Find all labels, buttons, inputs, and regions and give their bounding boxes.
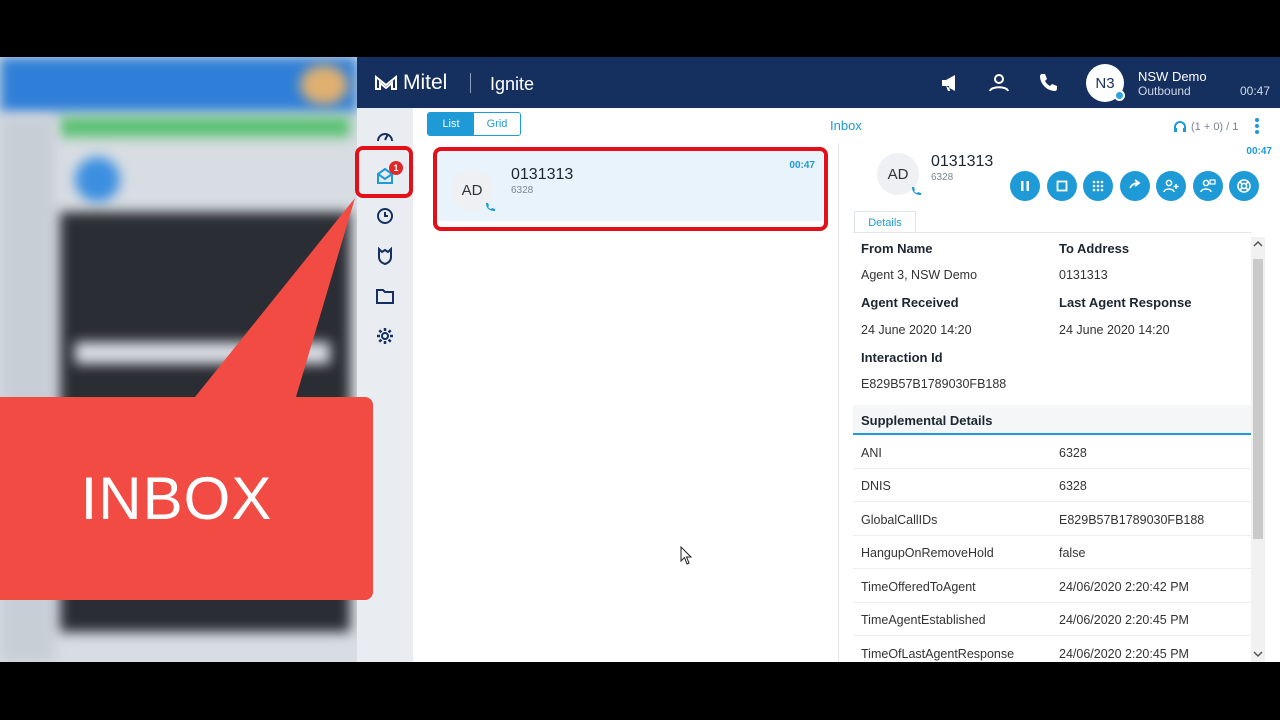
- user-avatar[interactable]: N3: [1086, 64, 1125, 102]
- add-participant-button[interactable]: [1156, 171, 1186, 201]
- detail-subtitle: 6328: [931, 172, 954, 183]
- stop-button[interactable]: [1047, 171, 1077, 201]
- transfer-button[interactable]: [1120, 171, 1150, 201]
- detail-avatar: AD: [877, 153, 921, 195]
- supp-key: TimeAgentEstablished: [861, 613, 986, 627]
- hold-button[interactable]: [1010, 171, 1040, 201]
- row-divider: [853, 635, 1251, 636]
- detail-initials: AD: [887, 165, 909, 183]
- inbox-highlight: [355, 146, 413, 198]
- folder-icon[interactable]: [373, 284, 397, 308]
- supp-key: ANI: [861, 446, 882, 460]
- help-button[interactable]: [1229, 171, 1259, 201]
- inbox-title: Inbox: [830, 118, 862, 133]
- detail-timer: 00:47: [1246, 146, 1272, 157]
- consult-user-icon: [1200, 179, 1216, 193]
- supp-value: 24/06/2020 2:20:45 PM: [1059, 613, 1189, 627]
- tab-divider: [853, 232, 1251, 233]
- grid-view-button[interactable]: Grid: [474, 113, 520, 135]
- arrow-right-icon: [1129, 179, 1141, 189]
- dashboard-icon[interactable]: [373, 124, 397, 148]
- dialpad-button[interactable]: [1083, 171, 1113, 201]
- callout-label: INBOX: [0, 397, 373, 600]
- supp-value: 24/06/2020 2:20:42 PM: [1059, 580, 1189, 594]
- from-name-value: Agent 3, NSW Demo: [861, 268, 978, 282]
- lifebuoy-icon: [1237, 179, 1251, 193]
- supp-value: 24/06/2020 2:20:45 PM: [1059, 647, 1189, 661]
- scroll-up-arrow-icon[interactable]: [1253, 240, 1263, 248]
- supp-key: TimeOfferedToAgent: [861, 580, 976, 594]
- agent-received-value: 24 June 2020 14:20: [861, 323, 972, 337]
- row-divider: [853, 501, 1251, 502]
- interaction-detail: AD 0131313 6328 00:47 Details From Name …: [838, 143, 1280, 662]
- mouse-cursor-icon: [680, 546, 693, 565]
- supp-value: 6328: [1059, 446, 1087, 460]
- agent-received-label: Agent Received: [861, 295, 959, 310]
- pause-icon: [1021, 181, 1029, 191]
- supplemental-header: Supplemental Details: [853, 405, 1251, 435]
- session-timer: 00:47: [1240, 84, 1271, 98]
- scrollbar-thumb[interactable]: [1253, 259, 1263, 539]
- contacts-icon[interactable]: [987, 71, 1011, 95]
- row-divider: [853, 468, 1251, 469]
- app-name: Ignite: [490, 74, 535, 94]
- last-response-label: Last Agent Response: [1059, 295, 1192, 310]
- from-name-label: From Name: [861, 241, 933, 256]
- user-name: NSW Demo: [1138, 69, 1207, 84]
- brand-logo: Mitel: [375, 71, 447, 95]
- last-response-value: 24 June 2020 14:20: [1059, 323, 1170, 337]
- to-address-label: To Address: [1059, 241, 1130, 256]
- user-initials: N3: [1095, 74, 1115, 92]
- supp-value: false: [1059, 546, 1086, 560]
- supp-key: TimeOfLastAgentResponse: [861, 647, 1015, 661]
- add-user-icon: [1163, 179, 1179, 193]
- supp-key: GlobalCallIDs: [861, 513, 938, 527]
- row-divider: [853, 535, 1251, 536]
- phone-icon[interactable]: [1036, 71, 1060, 95]
- row-divider: [853, 602, 1251, 603]
- more-options-icon[interactable]: [1253, 117, 1261, 135]
- mitel-logo-icon: [375, 75, 397, 90]
- list-view-button[interactable]: List: [428, 113, 474, 135]
- supp-value: 6328: [1059, 479, 1087, 493]
- tab-details[interactable]: Details: [854, 211, 916, 233]
- scroll-down-arrow-icon[interactable]: [1253, 650, 1263, 658]
- to-address-value: 0131313: [1059, 268, 1108, 282]
- interaction-id-value: E829B57B1789030FB188: [861, 377, 1007, 391]
- settings-gear-icon[interactable]: [373, 324, 397, 348]
- brand-name: Mitel: [403, 71, 448, 94]
- presence-indicator: [1114, 90, 1125, 101]
- user-status: Outbound: [1138, 84, 1191, 98]
- call-indicator-icon: [912, 187, 921, 195]
- row-divider: [853, 568, 1251, 569]
- queue-counter: (1 + 0) / 1: [1172, 119, 1238, 135]
- shield-icon[interactable]: [373, 244, 397, 268]
- queue-counter-text: (1 + 0) / 1: [1191, 121, 1239, 133]
- view-toggle: List Grid: [427, 112, 521, 136]
- interaction-id-label: Interaction Id: [861, 350, 943, 365]
- headset-icon: [1174, 121, 1186, 132]
- top-bar: Mitel Ignite N3 NSW Demo Outbound 00:47: [357, 57, 1280, 108]
- supp-key: DNIS: [861, 479, 891, 493]
- dialpad-icon: [1092, 180, 1104, 192]
- stop-icon: [1056, 180, 1068, 192]
- megaphone-icon[interactable]: [939, 71, 963, 95]
- history-icon[interactable]: [373, 204, 397, 228]
- supp-key: HangupOnRemoveHold: [861, 546, 994, 560]
- supp-value: E829B57B1789030FB188: [1059, 513, 1205, 527]
- list-item-highlight: [433, 147, 828, 231]
- video-frame: Mitel Ignite N3 NSW Demo Outbound 00:47: [0, 0, 1280, 720]
- consult-button[interactable]: [1193, 171, 1223, 201]
- brand-divider: [470, 73, 471, 93]
- detail-title: 0131313: [931, 153, 994, 170]
